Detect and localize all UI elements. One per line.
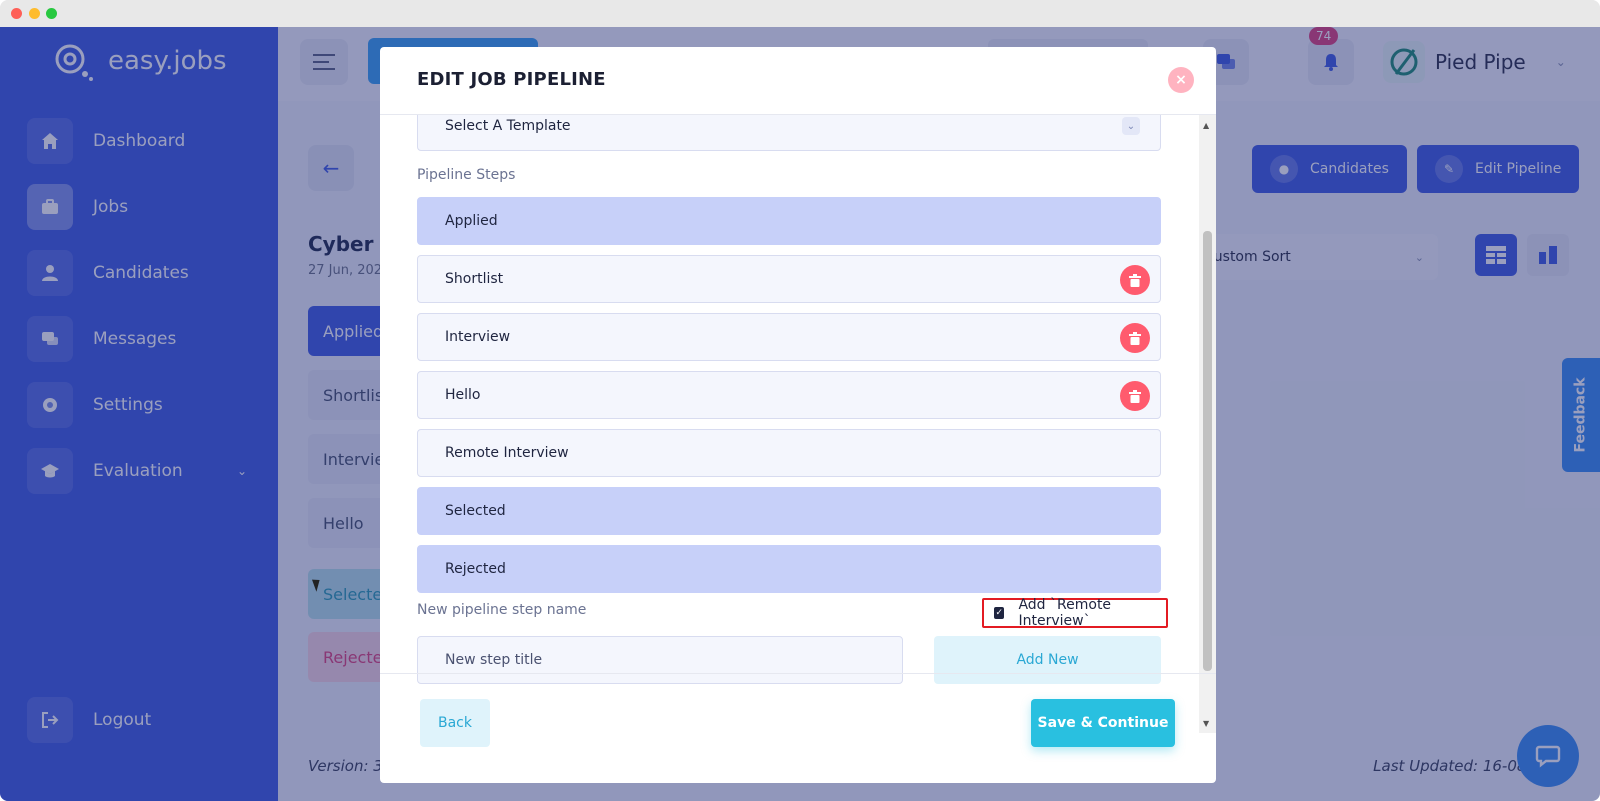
pipeline-step-remote-interview[interactable]: Remote Interview — [417, 429, 1161, 477]
pipeline-step-shortlist[interactable]: Shortlist — [417, 255, 1161, 303]
modal-header: EDIT JOB PIPELINE × — [380, 47, 1216, 115]
add-remote-interview-checkbox[interactable]: ✓ Add `Remote Interview` — [982, 597, 1168, 629]
scroll-up-arrow-icon[interactable]: ▲ — [1203, 121, 1209, 130]
template-select-value: Select A Template — [445, 118, 571, 134]
pipeline-step-label: Hello — [445, 387, 481, 403]
delete-step-button[interactable] — [1120, 323, 1150, 353]
pipeline-step-selected: Selected — [417, 487, 1161, 535]
maximize-window-button[interactable] — [46, 8, 57, 19]
close-modal-button[interactable]: × — [1168, 67, 1194, 93]
pipeline-step-label: Applied — [445, 213, 498, 229]
trash-icon — [1129, 273, 1141, 287]
edit-pipeline-modal: EDIT JOB PIPELINE × Select A Template ⌄ … — [380, 47, 1216, 783]
scrollbar-thumb[interactable] — [1203, 231, 1212, 671]
pipeline-step-applied: Applied — [417, 197, 1161, 245]
save-continue-button[interactable]: Save & Continue — [1031, 699, 1175, 747]
pipeline-steps-label: Pipeline Steps — [417, 167, 516, 183]
browser-window: easy.jobs Dashboard Jobs Candidates Mess… — [0, 0, 1600, 801]
back-button[interactable]: Back — [420, 699, 490, 747]
pipeline-step-label: Remote Interview — [445, 445, 569, 461]
delete-step-button[interactable] — [1120, 381, 1150, 411]
checkbox-label: Add `Remote Interview` — [1018, 597, 1112, 629]
modal-body: Select A Template ⌄ Pipeline Steps Appli… — [380, 115, 1216, 733]
close-window-button[interactable] — [11, 8, 22, 19]
chevron-down-icon: ⌄ — [1122, 117, 1140, 135]
close-icon: × — [1175, 72, 1187, 88]
pipeline-step-label: Shortlist — [445, 271, 504, 287]
pipeline-step-label: Rejected — [445, 561, 506, 577]
modal-scrollbar[interactable]: ▲ ▼ — [1199, 115, 1216, 733]
pipeline-step-hello[interactable]: Hello — [417, 371, 1161, 419]
pipeline-step-interview[interactable]: Interview — [417, 313, 1161, 361]
trash-icon — [1129, 389, 1141, 403]
window-titlebar — [0, 0, 1600, 27]
modal-title: EDIT JOB PIPELINE — [417, 69, 606, 90]
pipeline-step-label: Interview — [445, 329, 511, 345]
checkbox-checked-icon[interactable]: ✓ — [994, 607, 1005, 619]
pipeline-step-label: Selected — [445, 503, 506, 519]
delete-step-button[interactable] — [1120, 265, 1150, 295]
modal-footer: Back Save & Continue — [380, 673, 1216, 783]
template-select[interactable]: Select A Template ⌄ — [417, 115, 1161, 151]
new-step-label: New pipeline step name — [417, 602, 587, 618]
pipeline-step-rejected: Rejected — [417, 545, 1161, 593]
minimize-window-button[interactable] — [29, 8, 40, 19]
trash-icon — [1129, 331, 1141, 345]
